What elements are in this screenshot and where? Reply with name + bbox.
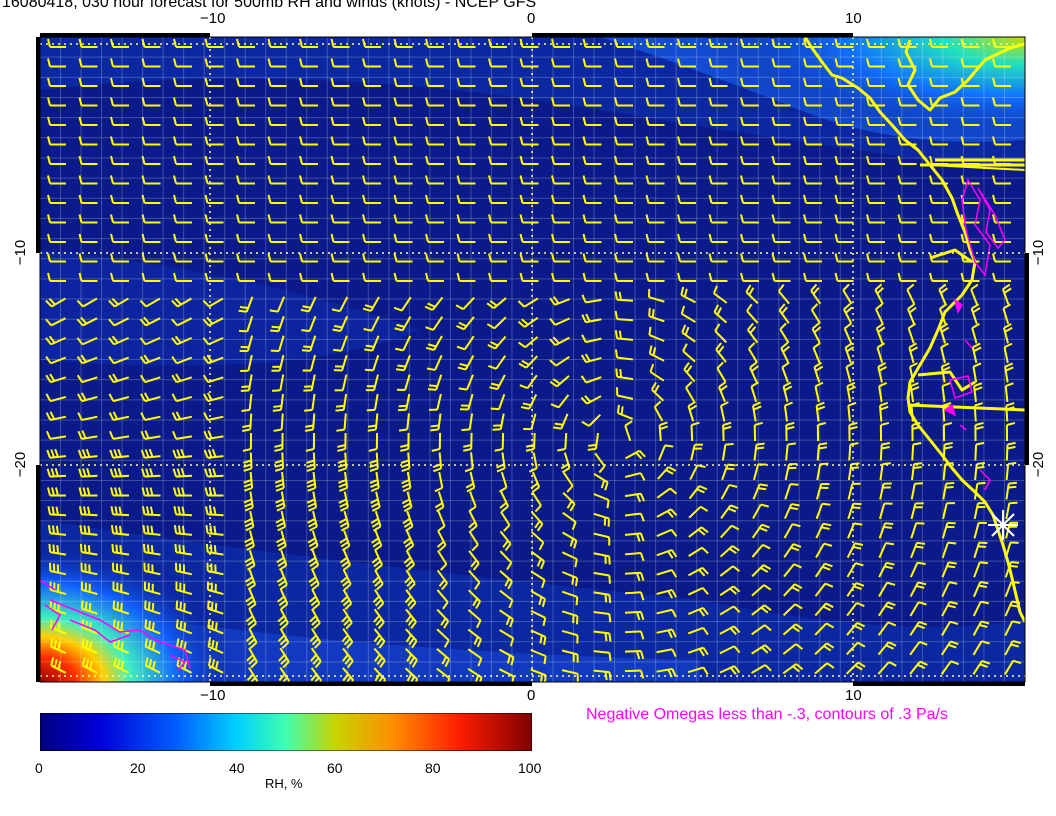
bottom-tick-10: 10 bbox=[845, 687, 862, 704]
bottom-tick-minus10: −10 bbox=[200, 687, 226, 704]
omega-note: Negative Omegas less than -.3, contours … bbox=[586, 706, 948, 723]
rh-colorbar bbox=[40, 713, 532, 751]
top-tick-minus10: −10 bbox=[200, 10, 226, 27]
left-tick-minus20: −20 bbox=[12, 451, 30, 478]
right-tick-minus10: −10 bbox=[1030, 239, 1048, 266]
colorbar-tick-0: 0 bbox=[35, 760, 43, 776]
bottom-tick-0: 0 bbox=[527, 687, 536, 704]
colorbar-tick-20: 20 bbox=[130, 760, 146, 776]
left-tick-minus10: −10 bbox=[12, 239, 30, 266]
colorbar-tick-40: 40 bbox=[229, 760, 245, 776]
right-tick-minus20: −20 bbox=[1030, 451, 1048, 478]
colorbar-tick-100: 100 bbox=[518, 760, 542, 776]
top-tick-0: 0 bbox=[527, 10, 536, 27]
colorbar-tick-80: 80 bbox=[425, 760, 441, 776]
colorbar-title: RH, % bbox=[265, 776, 303, 791]
top-tick-10: 10 bbox=[845, 10, 862, 27]
star-marker bbox=[988, 510, 1018, 540]
colorbar-tick-60: 60 bbox=[327, 760, 343, 776]
